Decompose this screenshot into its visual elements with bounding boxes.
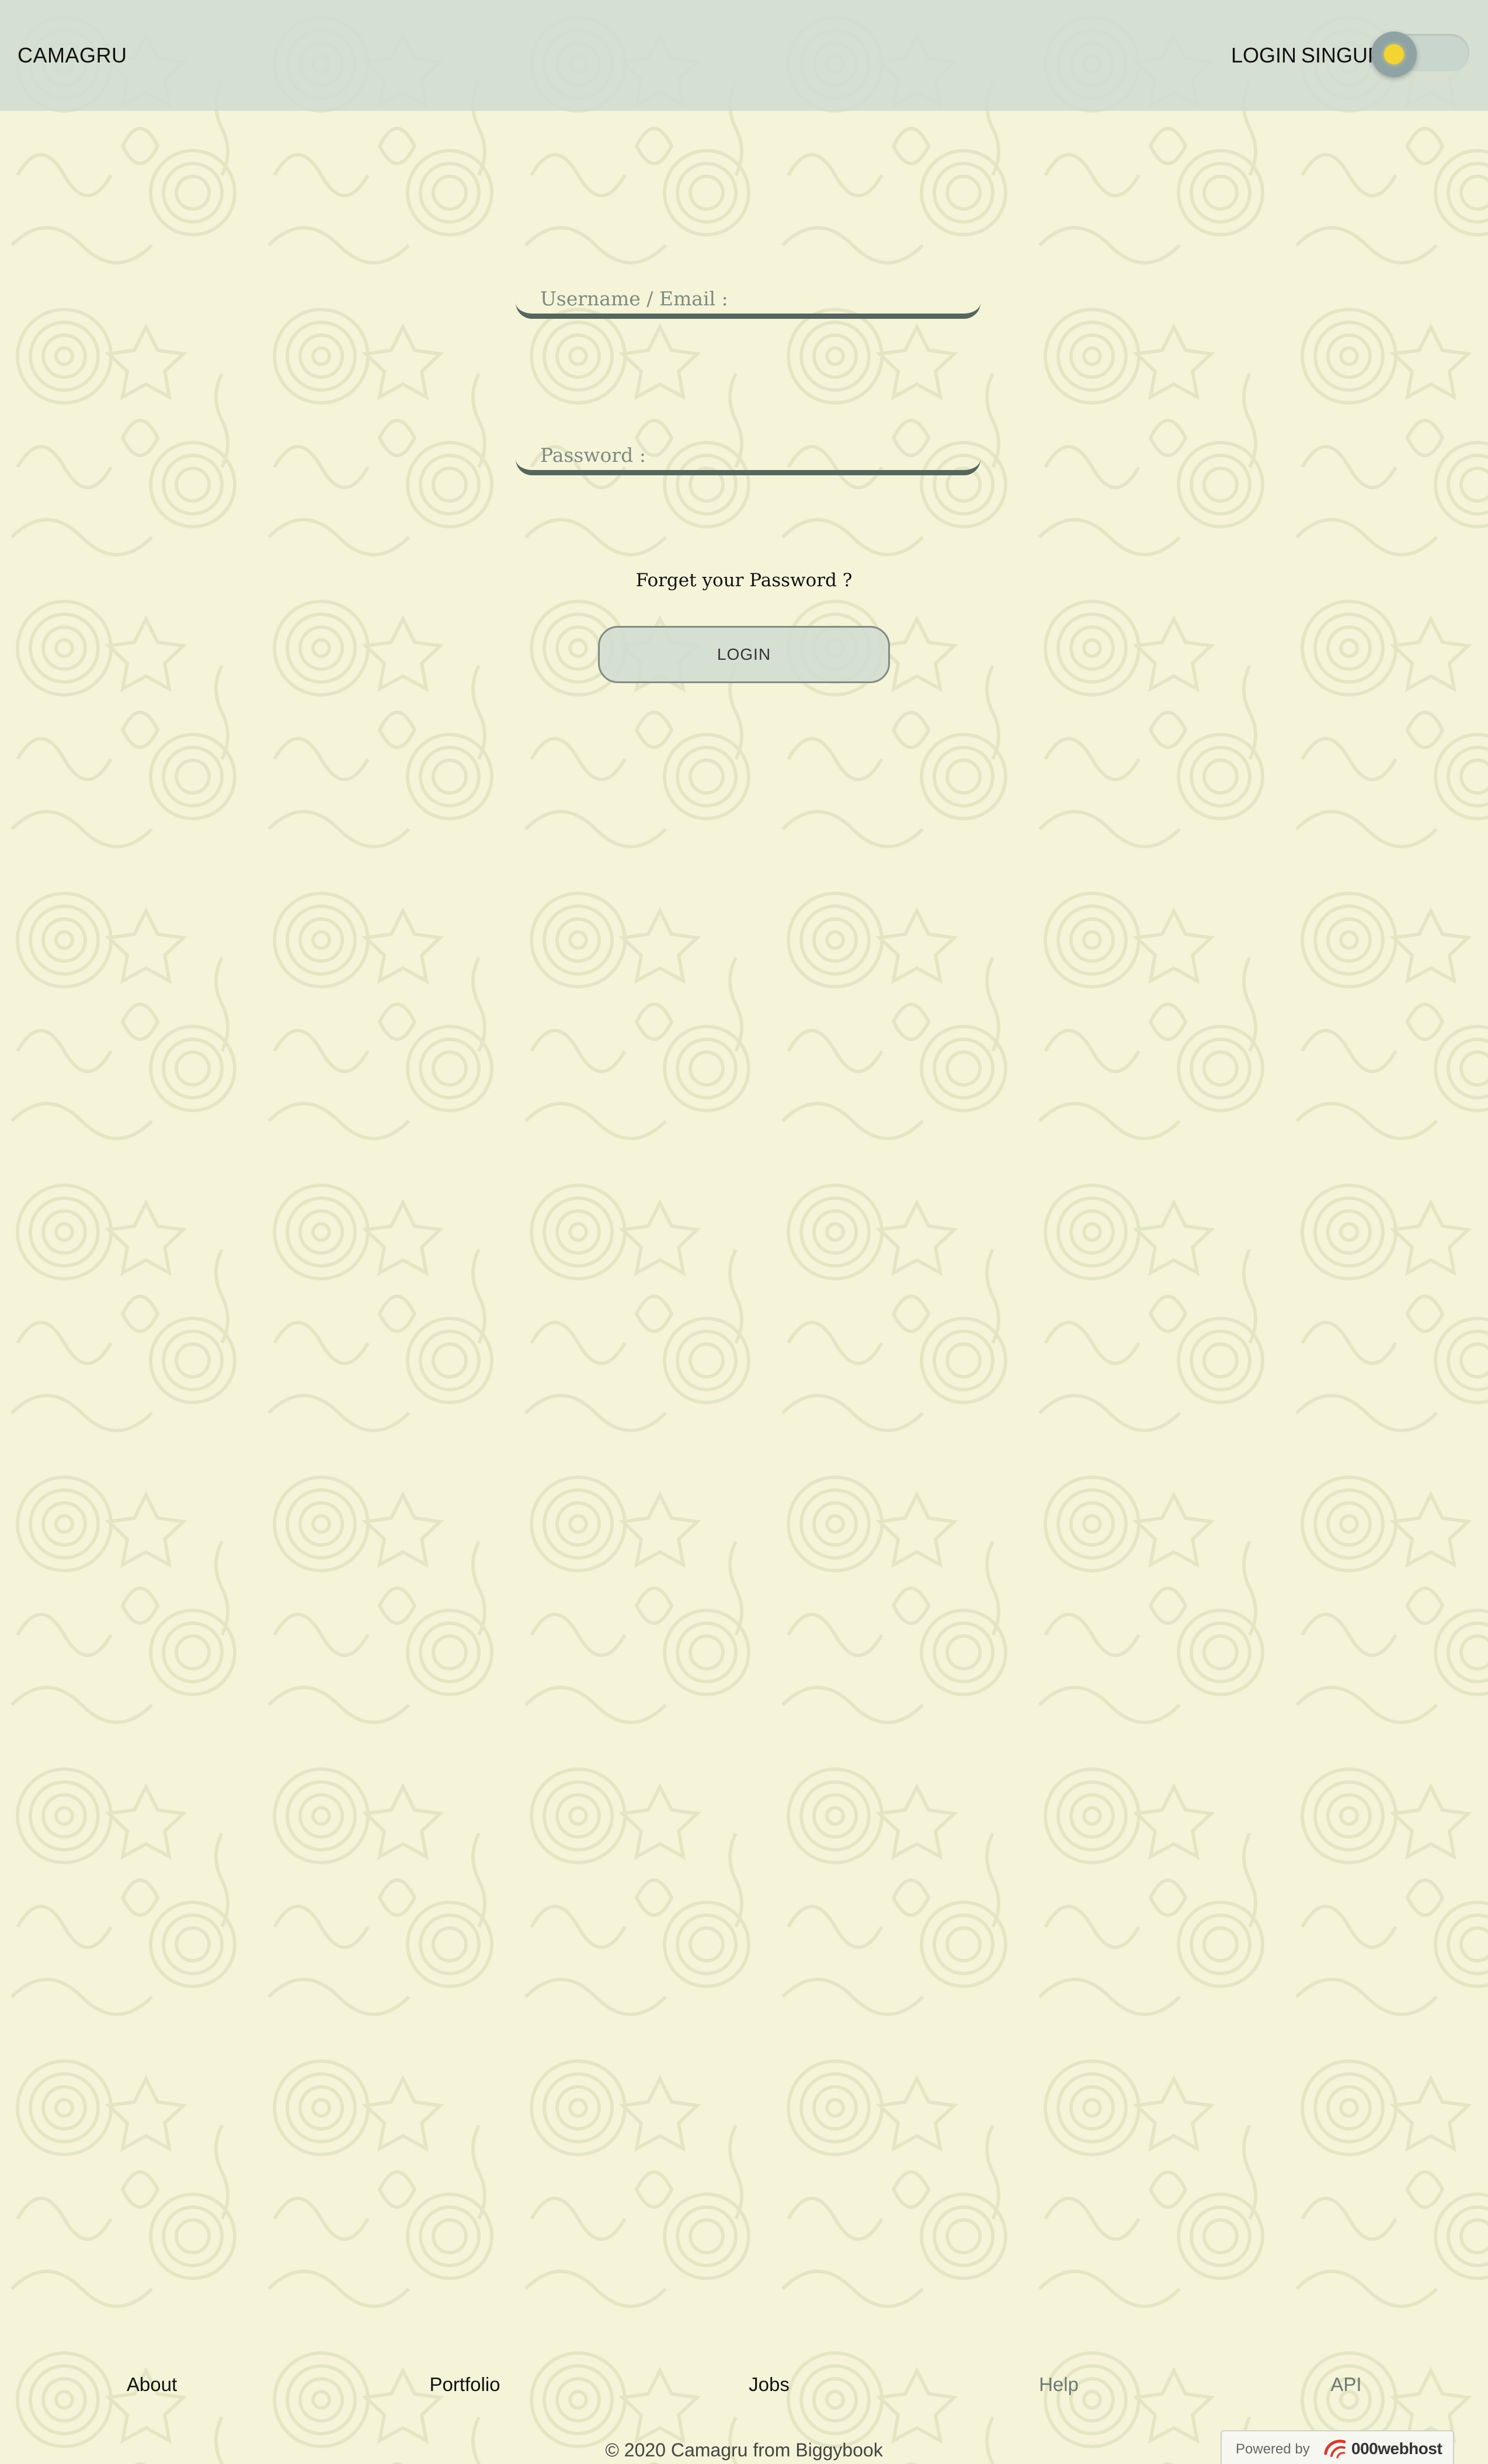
toggle-knob[interactable] [1371,32,1417,77]
footer-link-about[interactable]: About [127,2372,177,2397]
forgot-password-link[interactable]: Forget your Password ? [0,570,1488,591]
nav-signup-link[interactable]: SINGUP [1301,41,1382,69]
powered-by-label: Powered by [1236,2441,1310,2457]
password-input[interactable] [539,440,962,469]
sun-icon [1384,44,1404,64]
username-field [516,280,981,321]
background-pattern [0,0,1488,2464]
footer-link-api[interactable]: API [1330,2372,1361,2397]
footer-nav: About Portfolio Jobs Help API [0,2372,1488,2401]
username-input[interactable] [539,284,962,313]
powered-by-badge[interactable]: Powered by 000webhost [1221,2430,1454,2464]
footer-link-help[interactable]: Help [1039,2372,1079,2397]
footer-link-portfolio[interactable]: Portfolio [429,2372,500,2397]
password-field [516,437,981,478]
host-name: 000webhost [1351,2439,1442,2458]
top-navbar: CAMAGRU LOGIN SINGUP [0,0,1488,111]
nav-login-link[interactable]: LOGIN [1231,41,1296,69]
theme-toggle[interactable] [1371,32,1469,77]
footer-link-jobs[interactable]: Jobs [749,2372,790,2397]
brand-logo[interactable]: CAMAGRU [18,41,127,69]
login-button[interactable]: LOGIN [598,626,890,683]
000webhost-logo-icon [1324,2439,1346,2459]
